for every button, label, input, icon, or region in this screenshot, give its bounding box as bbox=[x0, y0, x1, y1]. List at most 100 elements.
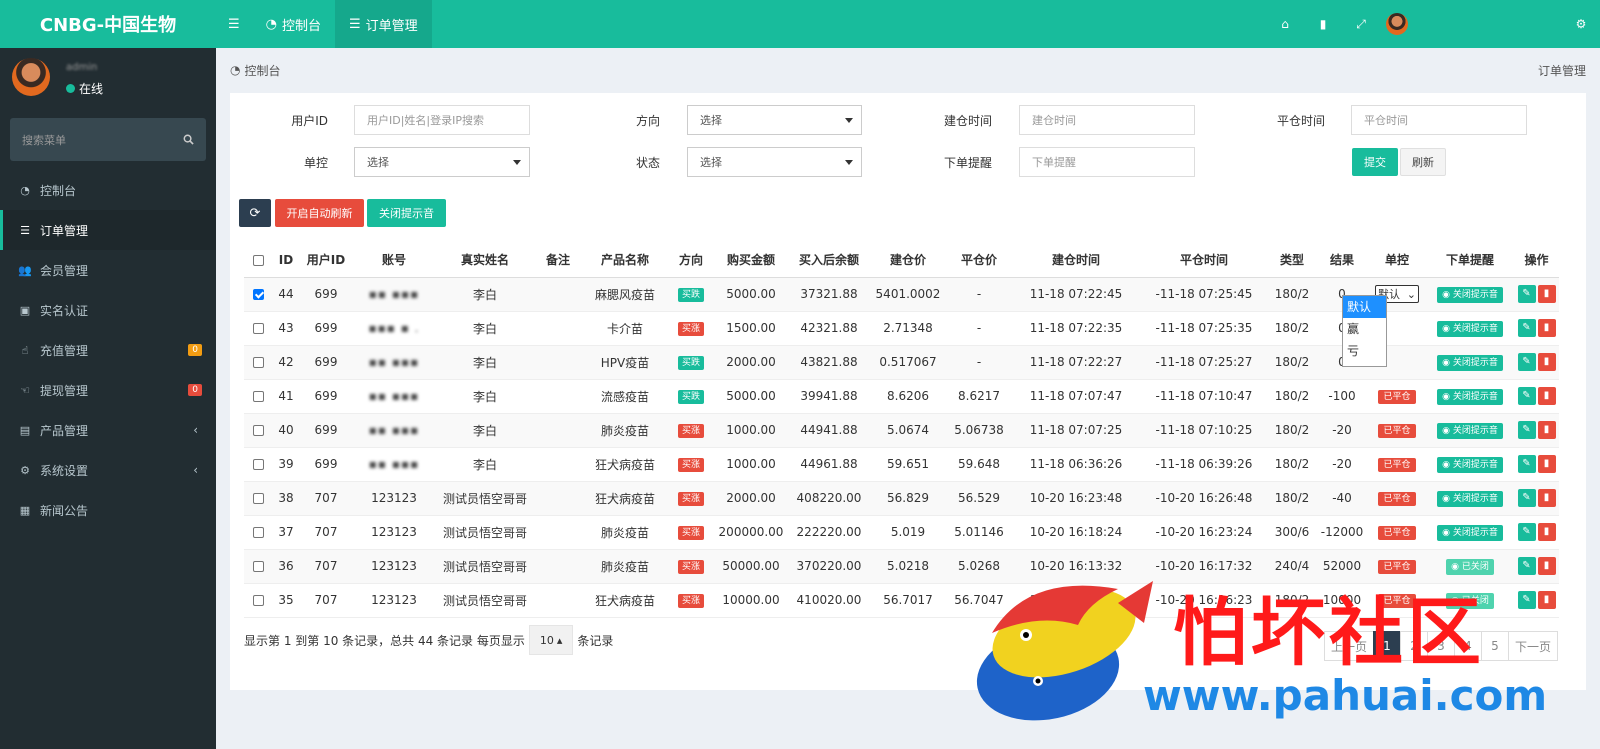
page-size-select[interactable]: 10 ▴ bbox=[528, 625, 574, 655]
sidebar-item-dashboard[interactable]: ◔ 控制台 bbox=[0, 170, 216, 210]
delete-button[interactable]: ▮ bbox=[1537, 421, 1556, 439]
column-header[interactable]: 买入后余额 bbox=[788, 243, 870, 278]
column-header[interactable]: 类型 bbox=[1268, 243, 1316, 278]
remind-toggle-button[interactable]: ◉ 关闭提示音 bbox=[1437, 524, 1503, 541]
page-next[interactable]: 下一页 bbox=[1507, 631, 1558, 661]
delete-button[interactable]: ▮ bbox=[1537, 285, 1556, 303]
navbar-avatar[interactable] bbox=[1386, 13, 1408, 35]
remind-toggle-button[interactable]: ◉ 已关闭 bbox=[1446, 558, 1494, 575]
sidebar-item-orders[interactable]: ☰ 订单管理 bbox=[0, 210, 216, 250]
edit-button[interactable]: ✎ bbox=[1517, 319, 1536, 337]
column-header[interactable]: 下单提醒 bbox=[1426, 243, 1514, 278]
remind-toggle-button[interactable]: ◉ 关闭提示音 bbox=[1437, 490, 1503, 507]
edit-button[interactable]: ✎ bbox=[1517, 489, 1536, 507]
submit-button[interactable]: 提交 bbox=[1352, 148, 1398, 176]
edit-button[interactable]: ✎ bbox=[1517, 353, 1536, 371]
column-header[interactable]: 平仓价 bbox=[946, 243, 1012, 278]
control-option-win[interactable]: 赢 bbox=[1343, 318, 1386, 340]
column-header[interactable]: ID bbox=[272, 243, 300, 278]
column-header[interactable]: 真实姓名 bbox=[436, 243, 534, 278]
row-checkbox[interactable] bbox=[252, 289, 264, 300]
page-2[interactable]: 2 bbox=[1399, 631, 1428, 661]
delete-button[interactable]: ▮ bbox=[1537, 353, 1556, 371]
delete-button[interactable]: ▮ bbox=[1537, 523, 1556, 541]
control-option-default[interactable]: 默认 bbox=[1343, 296, 1386, 318]
sidebar-item-verification[interactable]: ▣ 实名认证 bbox=[0, 290, 216, 330]
mute-sound-button[interactable]: 关闭提示音 bbox=[367, 199, 446, 227]
edit-button[interactable]: ✎ bbox=[1517, 523, 1536, 541]
sidebar-item-members[interactable]: 👥 会员管理 bbox=[0, 250, 216, 290]
page-5[interactable]: 5 bbox=[1480, 631, 1509, 661]
tab-orders[interactable]: ☰ 订单管理 bbox=[335, 0, 432, 48]
brand-logo[interactable]: CNBG-中国生物 bbox=[0, 0, 216, 48]
delete-button[interactable]: ▮ bbox=[1537, 319, 1556, 337]
column-header[interactable]: 结果 bbox=[1316, 243, 1368, 278]
search-icon[interactable] bbox=[183, 134, 194, 145]
user-id-input[interactable]: 用户ID|姓名|登录IP搜索 bbox=[354, 105, 530, 135]
row-checkbox[interactable] bbox=[252, 357, 264, 368]
column-header[interactable]: 购买金额 bbox=[714, 243, 788, 278]
column-header[interactable]: 方向 bbox=[668, 243, 714, 278]
remind-toggle-button[interactable]: ◉ 关闭提示音 bbox=[1437, 456, 1503, 473]
sidebar-item-news[interactable]: ▦ 新闻公告 bbox=[0, 490, 216, 530]
delete-button[interactable]: ▮ bbox=[1537, 455, 1556, 473]
breadcrumb-home[interactable]: ◔ 控制台 bbox=[230, 62, 281, 79]
reset-button[interactable]: 刷新 bbox=[1400, 148, 1446, 176]
sidebar-item-settings[interactable]: ⚙ 系统设置 ‹ bbox=[0, 450, 216, 490]
column-header[interactable]: 单控 bbox=[1368, 243, 1426, 278]
page-1[interactable]: 1 bbox=[1372, 631, 1401, 661]
column-header[interactable]: 用户ID bbox=[300, 243, 352, 278]
row-checkbox[interactable] bbox=[252, 493, 264, 504]
tab-dashboard[interactable]: ◔ 控制台 bbox=[252, 0, 335, 48]
column-header[interactable]: 账号 bbox=[352, 243, 436, 278]
page-3[interactable]: 3 bbox=[1426, 631, 1455, 661]
open-time-input[interactable]: 建仓时间 bbox=[1019, 105, 1195, 135]
row-checkbox[interactable] bbox=[252, 527, 264, 538]
edit-button[interactable]: ✎ bbox=[1517, 285, 1536, 303]
navbar-user-name[interactable] bbox=[1422, 18, 1562, 30]
delete-button[interactable]: ▮ bbox=[1537, 557, 1556, 575]
control-select[interactable]: 选择 bbox=[354, 147, 530, 177]
sidebar-item-recharge[interactable]: ☝ 充值管理 0 bbox=[0, 330, 216, 370]
status-select[interactable]: 选择 bbox=[687, 147, 862, 177]
row-checkbox[interactable] bbox=[252, 391, 264, 402]
remind-toggle-button[interactable]: ◉ 关闭提示音 bbox=[1437, 354, 1503, 371]
edit-button[interactable]: ✎ bbox=[1517, 557, 1536, 575]
direction-select[interactable]: 选择 bbox=[687, 105, 862, 135]
home-icon[interactable]: ⌂ bbox=[1266, 0, 1304, 48]
sidebar-item-withdraw[interactable]: ☜ 提现管理 0 bbox=[0, 370, 216, 410]
page-4[interactable]: 4 bbox=[1453, 631, 1482, 661]
fullscreen-icon[interactable]: ⤢ bbox=[1342, 0, 1380, 48]
row-checkbox[interactable] bbox=[252, 459, 264, 470]
select-all-checkbox[interactable] bbox=[252, 254, 264, 266]
control-option-lose[interactable]: 亏 bbox=[1343, 340, 1386, 362]
row-checkbox[interactable] bbox=[252, 595, 264, 606]
column-header[interactable]: 操作 bbox=[1514, 243, 1559, 278]
edit-button[interactable]: ✎ bbox=[1517, 455, 1536, 473]
remind-toggle-button[interactable]: ◉ 已关闭 bbox=[1446, 592, 1494, 609]
edit-button[interactable]: ✎ bbox=[1517, 591, 1536, 609]
auto-refresh-button[interactable]: 开启自动刷新 bbox=[275, 199, 364, 227]
refresh-button[interactable]: ⟳ bbox=[239, 199, 271, 227]
row-checkbox[interactable] bbox=[252, 323, 264, 334]
column-header[interactable]: 建仓时间 bbox=[1012, 243, 1140, 278]
delete-button[interactable]: ▮ bbox=[1537, 387, 1556, 405]
menu-toggle-button[interactable]: ☰ bbox=[216, 0, 252, 48]
sidebar-item-products[interactable]: ▤ 产品管理 ‹ bbox=[0, 410, 216, 450]
remind-toggle-button[interactable]: ◉ 关闭提示音 bbox=[1437, 388, 1503, 405]
row-checkbox[interactable] bbox=[252, 561, 264, 572]
remind-input[interactable]: 下单提醒 bbox=[1019, 147, 1195, 177]
page-prev[interactable]: 上一页 bbox=[1323, 631, 1374, 661]
delete-button[interactable]: ▮ bbox=[1537, 489, 1556, 507]
column-header[interactable]: 产品名称 bbox=[582, 243, 668, 278]
settings-cogs-icon[interactable]: ⚙ bbox=[1562, 0, 1600, 48]
column-header[interactable]: 建仓价 bbox=[870, 243, 946, 278]
edit-button[interactable]: ✎ bbox=[1517, 421, 1536, 439]
remind-toggle-button[interactable]: ◉ 关闭提示音 bbox=[1437, 320, 1503, 337]
edit-button[interactable]: ✎ bbox=[1517, 387, 1536, 405]
remind-toggle-button[interactable]: ◉ 关闭提示音 bbox=[1437, 422, 1503, 439]
column-header[interactable]: 备注 bbox=[534, 243, 582, 278]
remind-toggle-button[interactable]: ◉ 关闭提示音 bbox=[1437, 286, 1503, 303]
delete-button[interactable]: ▮ bbox=[1537, 591, 1556, 609]
column-header[interactable]: 平仓时间 bbox=[1140, 243, 1268, 278]
